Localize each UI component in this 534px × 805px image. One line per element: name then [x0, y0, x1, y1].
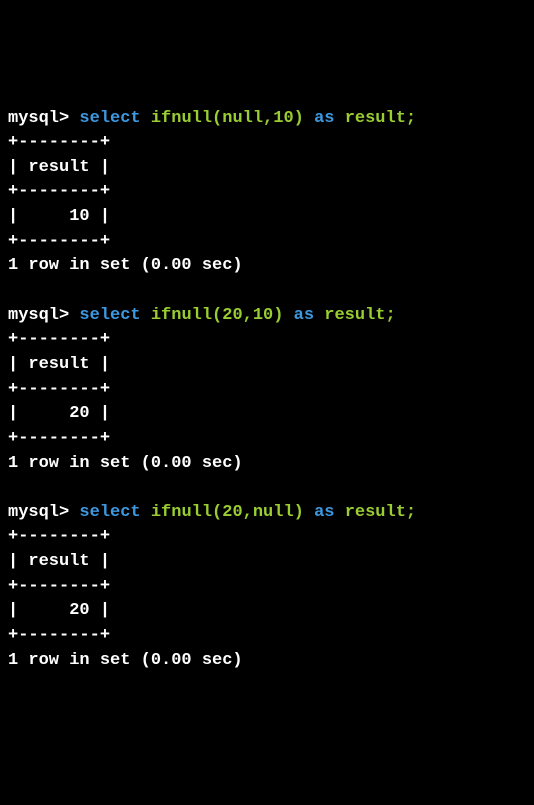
table-header: | result |: [8, 353, 526, 378]
table-border: +--------+: [8, 575, 526, 600]
sql-as: as: [294, 306, 314, 325]
sql-space: [283, 306, 293, 325]
table-border: +--------+: [8, 230, 526, 255]
sql-select: select: [79, 109, 140, 128]
table-header: | result |: [8, 156, 526, 181]
sql-select: select: [79, 306, 140, 325]
table-border: +--------+: [8, 378, 526, 403]
sql-as: as: [314, 503, 334, 522]
sql-space: [141, 306, 151, 325]
table-row: | 10 |: [8, 205, 526, 230]
sql-alias: result;: [345, 109, 416, 128]
table-border: +--------+: [8, 328, 526, 353]
sql-space: [304, 503, 314, 522]
terminal-output: mysql> select ifnull(null,10) as result;…: [8, 107, 526, 674]
result-footer: 1 row in set (0.00 sec): [8, 649, 526, 674]
sql-space: [304, 109, 314, 128]
query-block-3: mysql> select ifnull(20,null) as result;: [8, 501, 526, 526]
sql-space: [334, 503, 344, 522]
table-border: +--------+: [8, 131, 526, 156]
sql-func: ifnull(20,null): [151, 503, 304, 522]
sql-space: [141, 503, 151, 522]
query-block-1: mysql> select ifnull(null,10) as result;: [8, 107, 526, 132]
table-border: +--------+: [8, 180, 526, 205]
blank-line: [8, 476, 526, 501]
mysql-prompt: mysql>: [8, 503, 69, 522]
sql-space: [334, 109, 344, 128]
mysql-prompt: mysql>: [8, 306, 69, 325]
sql-alias: result;: [345, 503, 416, 522]
sql-func: ifnull(null,10): [151, 109, 304, 128]
table-header: | result |: [8, 550, 526, 575]
table-border: +--------+: [8, 427, 526, 452]
sql-alias: result;: [324, 306, 395, 325]
table-row: | 20 |: [8, 402, 526, 427]
blank-line: [8, 279, 526, 304]
sql-func: ifnull(20,10): [151, 306, 284, 325]
table-border: +--------+: [8, 624, 526, 649]
sql-select: select: [79, 503, 140, 522]
mysql-prompt: mysql>: [8, 109, 69, 128]
sql-space: [141, 109, 151, 128]
query-block-2: mysql> select ifnull(20,10) as result;: [8, 304, 526, 329]
sql-space: [314, 306, 324, 325]
table-border: +--------+: [8, 525, 526, 550]
result-footer: 1 row in set (0.00 sec): [8, 452, 526, 477]
result-footer: 1 row in set (0.00 sec): [8, 254, 526, 279]
sql-as: as: [314, 109, 334, 128]
table-row: | 20 |: [8, 599, 526, 624]
